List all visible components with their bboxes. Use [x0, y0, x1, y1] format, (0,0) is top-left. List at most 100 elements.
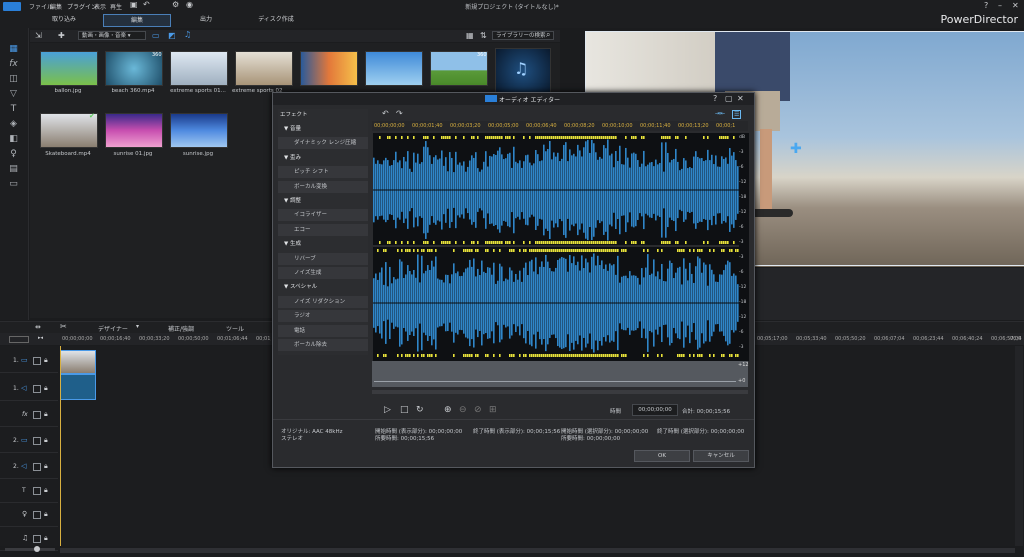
waveform-scrollbar[interactable] — [372, 390, 748, 394]
close-icon[interactable]: ✕ — [737, 94, 744, 103]
track-enable-checkbox[interactable] — [33, 487, 41, 495]
library-search-input[interactable]: ライブラリーの検索 — [492, 31, 554, 40]
grid-view-icon[interactable]: ▦ — [466, 31, 474, 40]
tab-edit[interactable]: 編集 — [103, 14, 171, 27]
thumb-media-06[interactable] — [365, 51, 423, 86]
effect-item[interactable]: ピッチ シフト — [278, 166, 368, 180]
waveform-ruler[interactable]: 00;00;00;00 00;00;01;40 00;00;03;20 00;00;0… — [372, 121, 748, 131]
lock-icon[interactable]: 🔒︎ — [44, 462, 48, 471]
tab-capture[interactable]: 取り込み — [40, 14, 88, 25]
effect-item[interactable]: ノイズ リダクション — [278, 295, 368, 309]
timeline-vertical-scrollbar[interactable] — [1015, 346, 1023, 546]
timeline-horizontal-scrollbar[interactable] — [60, 548, 1015, 553]
transition-room-icon[interactable]: ◈ — [8, 119, 19, 129]
scissors-icon[interactable]: ✂ — [60, 322, 67, 331]
redo-icon[interactable]: ↷ — [396, 109, 403, 118]
tab-output[interactable]: 出力 — [180, 14, 232, 25]
designer-menu[interactable]: デザイナー — [98, 324, 128, 333]
audio-clip[interactable] — [60, 374, 96, 400]
zoom-fit-icon[interactable]: ⊞ — [489, 405, 497, 415]
track-enable-checkbox[interactable] — [33, 357, 41, 365]
stop-icon[interactable]: □ — [400, 405, 409, 415]
effect-category[interactable]: ▼ 調整 — [278, 195, 368, 208]
thumb-ballon[interactable] — [40, 51, 98, 86]
lock-icon[interactable]: 🔒︎ — [44, 486, 48, 495]
media-filter-select[interactable]: 動画・画像・音楽 ▾ — [78, 31, 146, 40]
effect-category[interactable]: ▼ 歪み — [278, 152, 368, 165]
thumb-music[interactable]: ♫ — [495, 48, 551, 94]
track-enable-checkbox[interactable] — [33, 535, 41, 543]
effect-item[interactable]: イコライザー — [278, 209, 368, 223]
effect-item[interactable]: 電話 — [278, 324, 368, 338]
thumb-extreme-01[interactable] — [170, 51, 228, 86]
stereo-view-icon[interactable]: ☰ — [732, 110, 742, 119]
effect-item[interactable]: ダイナミック レンジ圧縮 — [278, 137, 368, 151]
subtitle-room-icon[interactable]: ▭ — [8, 179, 19, 189]
tools-menu[interactable]: ツール — [226, 324, 244, 333]
pip-room-icon[interactable]: ◫ — [8, 74, 19, 84]
zoom-slider-thumb[interactable] — [34, 546, 40, 552]
track-zoom-icon[interactable]: ▸◂ — [38, 335, 43, 341]
lock-icon[interactable]: 🔒︎ — [44, 436, 48, 445]
tab-disc[interactable]: ディスク作成 — [248, 14, 304, 25]
video-clip[interactable] — [60, 350, 96, 374]
voice-record-icon[interactable]: ♀ — [8, 149, 19, 159]
time-input[interactable]: 00;00;00;00 — [632, 404, 678, 416]
close-icon[interactable]: ✕ — [1012, 1, 1019, 10]
chevron-down-icon[interactable]: ▾ — [136, 323, 139, 330]
playhead[interactable] — [60, 346, 61, 546]
split-icon[interactable]: ⇹ — [35, 323, 41, 331]
help-icon[interactable]: ? — [713, 94, 717, 103]
track-enable-checkbox[interactable] — [33, 463, 41, 471]
help-icon[interactable]: ? — [984, 1, 988, 10]
lock-icon[interactable]: 🔒︎ — [44, 410, 48, 419]
minimize-icon[interactable]: – — [998, 1, 1002, 10]
music-filter-icon[interactable]: ♫ — [184, 30, 191, 39]
title-room-icon[interactable]: T — [8, 104, 19, 114]
effect-item[interactable]: ボーカル変換 — [278, 180, 368, 194]
zoom-in-icon[interactable]: ⊕ — [444, 405, 452, 415]
lock-icon[interactable]: 🔒︎ — [44, 510, 48, 519]
chapter-room-icon[interactable]: ▤ — [8, 164, 19, 174]
video-filter-icon[interactable]: ▭ — [152, 31, 160, 40]
lock-icon[interactable]: 🔒︎ — [44, 384, 48, 393]
effect-category[interactable]: ▼ スペシャル — [278, 281, 368, 294]
undo-icon[interactable]: ↶ — [382, 109, 389, 118]
media-room-icon[interactable]: ▦ — [8, 44, 19, 54]
effect-category[interactable]: ▼ 音量 — [278, 123, 368, 136]
zoom-selection-icon[interactable]: ⊘ — [474, 405, 482, 415]
track-enable-checkbox[interactable] — [33, 437, 41, 445]
search-icon[interactable]: ⌕ — [546, 30, 550, 40]
sort-icon[interactable]: ⇅ — [480, 31, 487, 40]
envelope-line[interactable] — [374, 381, 736, 382]
particle-room-icon[interactable]: ▽ — [8, 89, 19, 99]
zoom-slider[interactable] — [5, 548, 55, 551]
audio-mix-icon[interactable]: ◧ — [8, 134, 19, 144]
waveform-view[interactable] — [373, 133, 739, 361]
fix-enhance-menu[interactable]: 補正/強調 — [168, 324, 194, 333]
thumb-sunrise[interactable] — [170, 113, 228, 148]
effect-item[interactable]: ノイズ生成 — [278, 267, 368, 280]
volume-envelope[interactable]: +12 +0 — [372, 361, 749, 387]
import-icon[interactable]: ⇲ — [35, 31, 42, 40]
track-enable-checkbox[interactable] — [33, 385, 41, 393]
maximize-icon[interactable]: ▢ — [725, 94, 733, 103]
zoom-out-icon[interactable]: ⊖ — [459, 405, 467, 415]
loop-icon[interactable]: ↻ — [416, 405, 424, 415]
thumb-extreme-02[interactable] — [235, 51, 293, 86]
track-enable-checkbox[interactable] — [33, 411, 41, 419]
track-manager-icon[interactable] — [9, 336, 29, 343]
track-enable-checkbox[interactable] — [33, 511, 41, 519]
plugin-icon[interactable]: ✚ — [58, 31, 65, 40]
thumb-media-05[interactable] — [300, 51, 358, 86]
image-filter-icon[interactable]: ◩ — [168, 31, 176, 40]
fx-room-icon[interactable]: fx — [8, 59, 19, 69]
effect-item[interactable]: エコー — [278, 223, 368, 237]
effect-category[interactable]: ▼ 生成 — [278, 238, 368, 251]
play-icon[interactable]: ▷ — [384, 405, 391, 415]
effect-item[interactable]: ラジオ — [278, 310, 368, 324]
lock-icon[interactable]: 🔒︎ — [44, 356, 48, 365]
thumb-sunrise-01[interactable] — [105, 113, 163, 148]
effect-item[interactable]: ボーカル除去 — [278, 339, 368, 352]
fit-icon[interactable]: ⇥⇤ — [715, 110, 725, 117]
